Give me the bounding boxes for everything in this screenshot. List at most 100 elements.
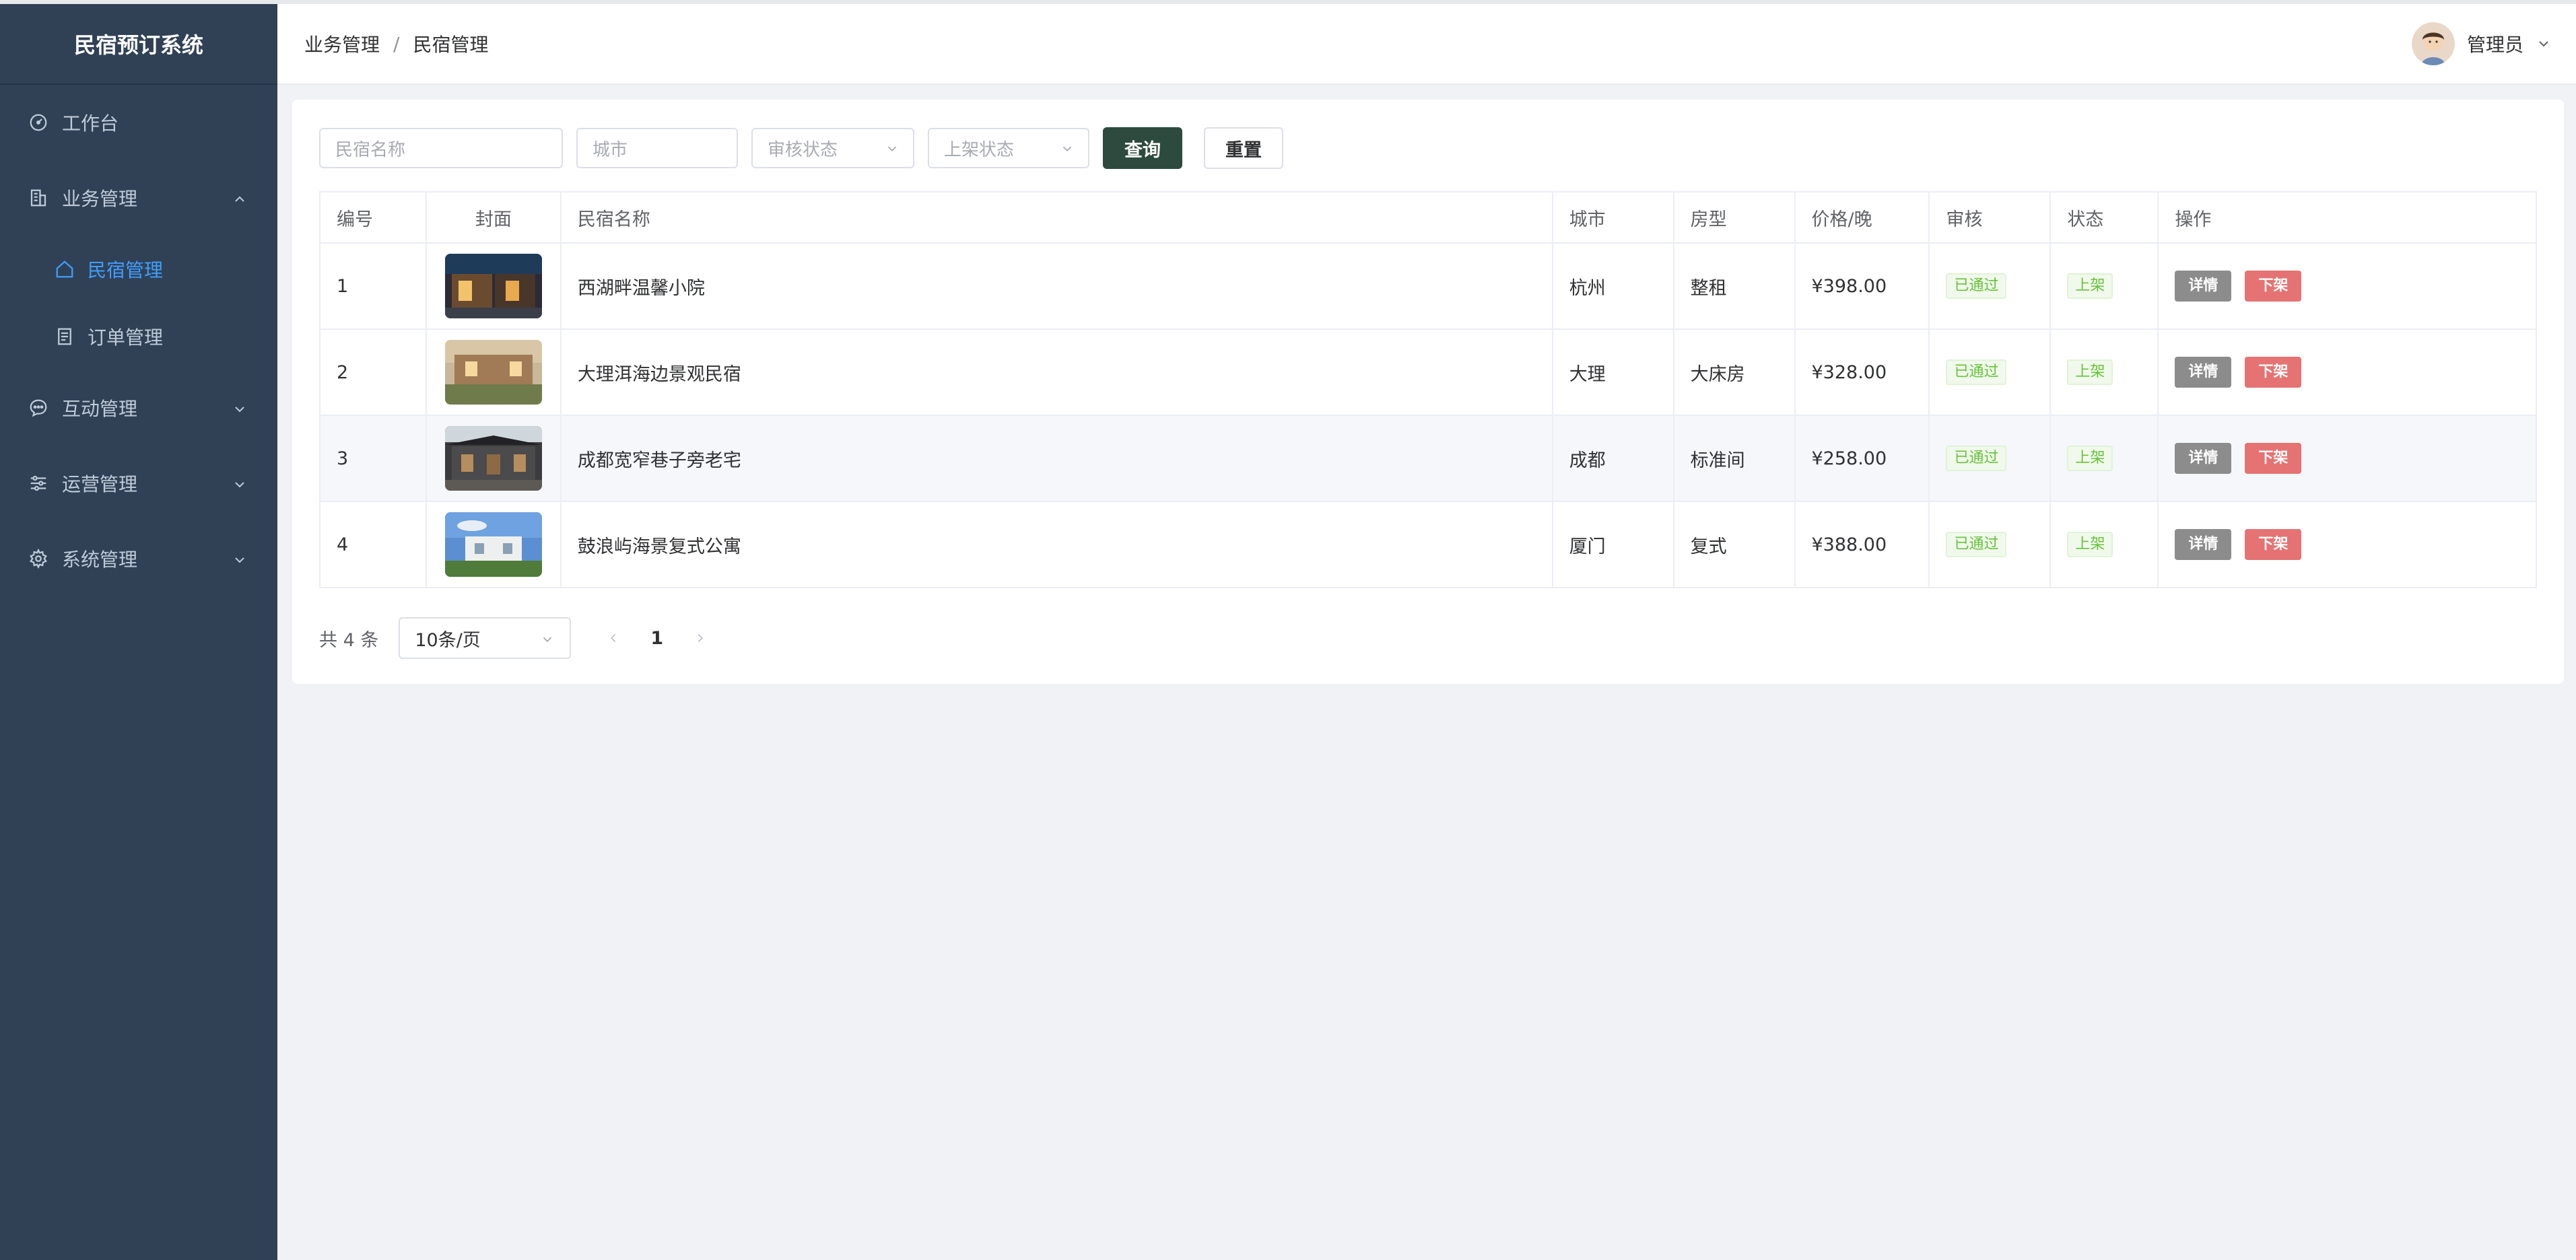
breadcrumb-separator: / <box>393 32 400 55</box>
cell-name: 成都宽窄巷子旁老宅 <box>560 415 1553 502</box>
content-card: 民宿名称 城市 审核状态 上架状态 查询 重置 编号 封面 民宿名称 城市 房型… <box>292 100 2564 684</box>
home-icon <box>54 258 75 280</box>
audit-status-select[interactable]: 审核状态 <box>751 128 914 168</box>
status-tag: 上架 <box>2067 532 2113 557</box>
chevron-down-icon <box>885 141 900 155</box>
cell-city: 大理 <box>1552 329 1674 416</box>
page-size-value: 10条/页 <box>415 629 481 651</box>
building-icon <box>27 186 50 209</box>
status-tag: 上架 <box>2067 273 2113 299</box>
page-size-select[interactable]: 10条/页 <box>399 617 572 659</box>
column-header-status: 状态 <box>2050 192 2159 244</box>
user-menu[interactable]: 管理员 <box>2411 22 2552 65</box>
offline-button[interactable]: 下架 <box>2245 357 2302 388</box>
cell-city: 成都 <box>1552 415 1674 502</box>
placeholder: 城市 <box>592 139 628 160</box>
homestay-table: 编号 封面 民宿名称 城市 房型 价格/晚 审核 状态 操作 1 西湖畔温馨小院 <box>319 191 2537 588</box>
cell-name: 西湖畔温馨小院 <box>560 243 1553 330</box>
placeholder: 审核状态 <box>768 139 838 160</box>
filter-bar: 民宿名称 城市 审核状态 上架状态 查询 重置 <box>319 127 1283 170</box>
document-icon <box>54 326 75 347</box>
detail-button[interactable]: 详情 <box>2175 529 2232 560</box>
status-tag: 上架 <box>2067 446 2113 471</box>
breadcrumb-item-current: 民宿管理 <box>413 34 489 56</box>
user-name: 管理员 <box>2466 34 2523 56</box>
sidebar-item-dashboard[interactable]: 工作台 <box>0 85 277 160</box>
sidebar-item-label: 工作台 <box>62 112 119 135</box>
offline-button[interactable]: 下架 <box>2245 271 2302 302</box>
detail-button[interactable]: 详情 <box>2175 271 2232 302</box>
sidebar-item-label: 互动管理 <box>62 398 138 420</box>
cell-price: ¥388.00 <box>1794 501 1930 588</box>
detail-button[interactable]: 详情 <box>2175 357 2232 388</box>
cell-id: 1 <box>320 243 427 330</box>
total-count: 共 4 条 <box>319 629 379 651</box>
cover-image[interactable] <box>444 340 542 405</box>
cell-name: 鼓浪屿海景复式公寓 <box>560 501 1553 588</box>
table-row: 2 大理洱海边景观民宿 大理 大床房 ¥328.00 已通过 上架 详情 下架 <box>320 329 2537 416</box>
sidebar: 民宿预订系统 工作台 业务管理 民宿管理 订单管理 互动管理 运营管理 系统管理 <box>0 4 277 1260</box>
column-header-audit: 审核 <box>1929 192 2052 244</box>
audit-tag: 已通过 <box>1946 532 2007 557</box>
column-header-room-type: 房型 <box>1673 192 1796 244</box>
offline-button[interactable]: 下架 <box>2245 443 2302 474</box>
breadcrumb: 业务管理 / 民宿管理 <box>304 30 488 57</box>
table-header-row: 编号 封面 民宿名称 城市 房型 价格/晚 审核 状态 操作 <box>320 192 2537 244</box>
sidebar-item-business[interactable]: 业务管理 <box>0 160 277 236</box>
offline-button[interactable]: 下架 <box>2245 529 2302 560</box>
app-title: 民宿预订系统 <box>0 4 277 85</box>
sidebar-item-orders[interactable]: 订单管理 <box>0 303 277 370</box>
cell-room-type: 大床房 <box>1673 329 1796 416</box>
shelf-status-select[interactable]: 上架状态 <box>928 128 1089 168</box>
cell-city: 杭州 <box>1552 243 1674 330</box>
column-header-cover: 封面 <box>426 192 562 244</box>
column-header-price: 价格/晚 <box>1794 192 1930 244</box>
cell-room-type: 标准间 <box>1673 415 1796 502</box>
breadcrumb-item-business[interactable]: 业务管理 <box>304 30 380 57</box>
detail-button[interactable]: 详情 <box>2175 443 2232 474</box>
status-tag: 上架 <box>2067 359 2113 385</box>
cell-id: 2 <box>320 329 427 416</box>
cell-price: ¥258.00 <box>1794 415 1930 502</box>
chevron-down-icon <box>1060 141 1075 155</box>
placeholder: 上架状态 <box>944 139 1015 160</box>
cell-room-type: 复式 <box>1673 501 1796 588</box>
top-header: 业务管理 / 民宿管理 管理员 <box>277 4 2576 85</box>
cell-id: 4 <box>320 501 427 588</box>
city-input[interactable]: 城市 <box>576 128 738 168</box>
sidebar-item-label: 民宿管理 <box>88 259 164 281</box>
chevron-down-icon <box>232 551 248 567</box>
avatar <box>2411 22 2455 65</box>
reset-button[interactable]: 重置 <box>1204 127 1283 169</box>
dashboard-icon <box>27 111 50 134</box>
homestay-name-input[interactable]: 民宿名称 <box>319 128 563 168</box>
column-header-name: 民宿名称 <box>560 192 1553 244</box>
chevron-down-icon <box>2536 36 2552 52</box>
next-page-icon[interactable] <box>690 628 710 648</box>
column-header-actions: 操作 <box>2158 192 2537 244</box>
sidebar-item-interaction[interactable]: 互动管理 <box>0 370 277 446</box>
sidebar-item-label: 运营管理 <box>62 473 138 495</box>
table-row: 1 西湖畔温馨小院 杭州 整租 ¥398.00 已通过 上架 详情 下架 <box>320 243 2537 330</box>
table-row: 3 成都宽窄巷子旁老宅 成都 标准间 ¥258.00 已通过 上架 详情 下架 <box>320 415 2537 502</box>
cell-city: 厦门 <box>1552 501 1674 588</box>
chat-icon <box>27 396 50 419</box>
sidebar-item-label: 业务管理 <box>62 188 138 210</box>
page-number[interactable]: 1 <box>650 628 663 649</box>
cover-image[interactable] <box>444 512 542 577</box>
cover-image[interactable] <box>444 426 542 491</box>
chevron-down-icon <box>232 475 248 491</box>
sidebar-item-system[interactable]: 系统管理 <box>0 521 277 596</box>
sidebar-item-homestay[interactable]: 民宿管理 <box>0 236 277 303</box>
cover-image[interactable] <box>444 254 542 318</box>
prev-page-icon[interactable] <box>603 628 623 648</box>
search-button[interactable]: 查询 <box>1103 127 1182 169</box>
cell-name: 大理洱海边景观民宿 <box>560 329 1553 416</box>
audit-tag: 已通过 <box>1946 446 2007 471</box>
sidebar-item-operation[interactable]: 运营管理 <box>0 446 277 521</box>
gear-icon <box>27 547 50 570</box>
sidebar-item-label: 系统管理 <box>62 549 138 571</box>
audit-tag: 已通过 <box>1946 273 2007 299</box>
cell-price: ¥398.00 <box>1794 243 1930 330</box>
sidebar-item-label: 订单管理 <box>88 326 164 349</box>
